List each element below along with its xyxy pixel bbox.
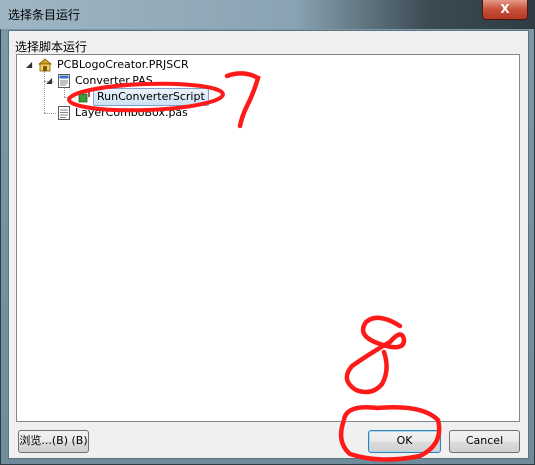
procedure-icon	[78, 91, 90, 103]
tree-node-label: RunConverterScript	[93, 88, 209, 106]
tree-node-label: LayerComboBox.pas	[75, 106, 188, 119]
close-icon: X	[500, 2, 510, 16]
tree-connector	[44, 113, 56, 114]
browse-button[interactable]: 浏览...(B) (B)	[18, 430, 89, 453]
close-button[interactable]: X	[482, 0, 528, 20]
window-title: 选择条目运行	[8, 8, 81, 22]
tree-node-label: PCBLogoCreator.PRJSCR	[57, 58, 189, 71]
tree-node-layer-combobox[interactable]: LayerComboBox.pas	[57, 105, 217, 121]
tree-connector	[64, 97, 76, 98]
group-label: 选择脚本运行	[15, 40, 88, 54]
cancel-button[interactable]: Cancel	[449, 430, 520, 453]
ok-button[interactable]: OK	[368, 430, 441, 453]
tree-node-root[interactable]: ◢ PCBLogoCreator.PRJSCR	[25, 57, 225, 73]
collapse-arrow-icon[interactable]: ◢	[46, 73, 52, 89]
document-icon	[58, 106, 70, 120]
tree-node-run-converter-script[interactable]: RunConverterScript	[77, 88, 227, 106]
tree-node-converter-pas[interactable]: ◢ Converter.PAS	[45, 73, 205, 89]
project-icon	[38, 58, 52, 72]
pascal-file-icon	[58, 74, 70, 88]
tree-node-label: Converter.PAS	[75, 74, 153, 87]
dialog-client-area: 选择脚本运行 ◢ PCBLogoCreator.PRJSCR ◢ Convert…	[8, 30, 529, 459]
title-bar[interactable]: 选择条目运行 X	[0, 0, 535, 29]
script-tree-view[interactable]: ◢ PCBLogoCreator.PRJSCR ◢ Converter.PAS …	[16, 54, 520, 422]
run-script-dialog: 选择条目运行 X 选择脚本运行 ◢ PCBLogoCreator.PRJSCR	[0, 0, 535, 465]
collapse-arrow-icon[interactable]: ◢	[26, 57, 32, 73]
